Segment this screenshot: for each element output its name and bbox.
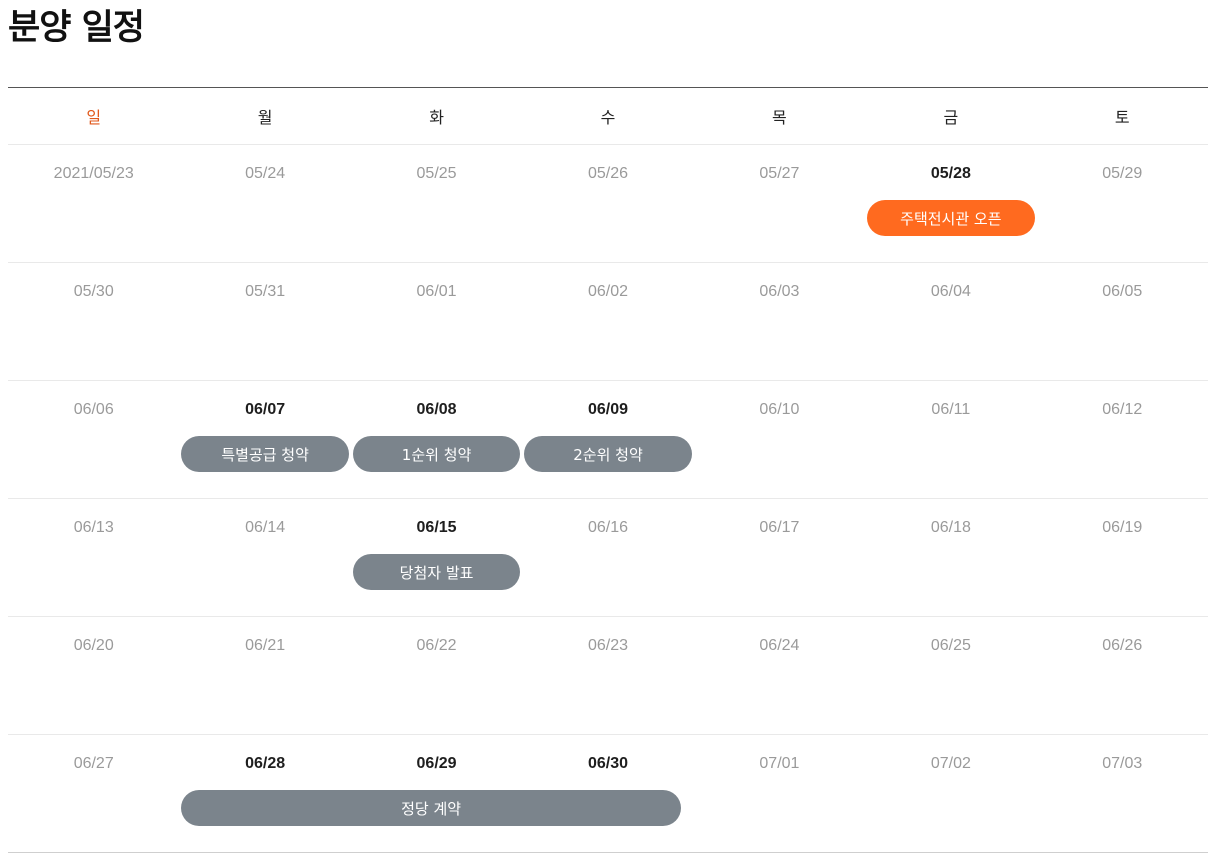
week-row: 06/20 06/21 06/22 06/23 06/24 06/25 06/26 bbox=[8, 617, 1208, 735]
schedule-event-button[interactable]: 주택전시관 오픈 bbox=[867, 200, 1035, 236]
date-label: 07/01 bbox=[759, 755, 800, 772]
date-label: 06/09 bbox=[587, 401, 629, 418]
date-label: 05/24 bbox=[245, 165, 286, 182]
schedule-event-button[interactable]: 2순위 청약 bbox=[524, 436, 692, 472]
date-label: 06/30 bbox=[587, 755, 629, 772]
date-label: 07/02 bbox=[930, 755, 971, 772]
date-label: 06/08 bbox=[416, 401, 457, 418]
weekday-label: 월 bbox=[257, 108, 273, 127]
date-label: 06/22 bbox=[416, 637, 457, 654]
date-label: 07/03 bbox=[1102, 755, 1143, 772]
calendar-body: 2021/05/23 05/24 05/25 05/26 05/27 05/28 05/29… bbox=[8, 145, 1208, 853]
weekday-label: 토 bbox=[1114, 108, 1130, 127]
date-label: 06/27 bbox=[73, 755, 114, 772]
date-label: 06/01 bbox=[416, 283, 457, 300]
date-label: 06/26 bbox=[1102, 637, 1143, 654]
date-label: 06/20 bbox=[73, 637, 114, 654]
weekday-label: 수 bbox=[600, 108, 616, 127]
schedule-event-button[interactable]: 정당 계약 bbox=[181, 790, 681, 826]
weekday-label: 일 bbox=[86, 108, 102, 127]
week-row: 06/13 06/14 06/15 06/16 06/17 06/18 06/19 당첨자 발… bbox=[8, 499, 1208, 617]
date-label: 06/19 bbox=[1102, 519, 1143, 536]
date-label: 06/24 bbox=[759, 637, 800, 654]
date-label: 05/31 bbox=[245, 283, 286, 300]
schedule-event-button[interactable]: 특별공급 청약 bbox=[181, 436, 349, 472]
date-label: 06/12 bbox=[1102, 401, 1143, 418]
date-label: 05/28 bbox=[930, 165, 971, 182]
date-label: 06/15 bbox=[416, 519, 457, 536]
weekday-label: 목 bbox=[772, 108, 787, 127]
week-row: 06/27 06/28 06/29 06/30 07/01 07/02 07/03 정당 계약 bbox=[8, 735, 1208, 853]
date-label: 06/23 bbox=[587, 637, 629, 654]
date-label: 06/04 bbox=[930, 283, 971, 300]
schedule-event-button[interactable]: 당첨자 발표 bbox=[352, 554, 521, 590]
page-title: 분양 일정 bbox=[8, 8, 145, 48]
week-row: 05/30 05/31 06/01 06/02 06/03 06/04 06/05 bbox=[8, 263, 1208, 381]
week-row: 06/06 06/07 06/08 06/09 06/10 06/11 06/12 특별공급 … bbox=[8, 381, 1208, 499]
date-label: 06/06 bbox=[73, 401, 114, 418]
date-label: 06/03 bbox=[759, 283, 800, 300]
date-label: 06/29 bbox=[416, 755, 457, 772]
date-label: 06/21 bbox=[245, 637, 286, 654]
date-label: 05/26 bbox=[587, 165, 629, 182]
date-label: 06/25 bbox=[930, 637, 971, 654]
schedule-event-button[interactable]: 1순위 청약 bbox=[352, 436, 521, 472]
date-label: 2021/05/23 bbox=[53, 165, 134, 182]
date-label: 06/05 bbox=[1102, 283, 1143, 300]
schedule-calendar: 일 월 화 수 목 금 토 2021/05/23 05/24 05/25 05/26 05/27 05… bbox=[8, 87, 1208, 853]
date-label: 06/14 bbox=[245, 519, 286, 536]
date-label: 06/28 bbox=[245, 755, 286, 772]
date-label: 06/17 bbox=[759, 519, 800, 536]
date-label: 05/27 bbox=[759, 165, 800, 182]
date-label: 05/25 bbox=[416, 165, 457, 182]
date-label: 06/07 bbox=[245, 401, 286, 418]
date-label: 06/10 bbox=[759, 401, 800, 418]
weekday-label: 금 bbox=[943, 108, 959, 127]
date-label: 06/13 bbox=[73, 519, 114, 536]
week-row: 2021/05/23 05/24 05/25 05/26 05/27 05/28 05/29… bbox=[8, 145, 1208, 263]
date-label: 06/16 bbox=[587, 519, 629, 536]
weekday-header: 일월화수목금토 bbox=[8, 88, 1208, 145]
date-label: 05/29 bbox=[1102, 165, 1143, 182]
date-label: 06/11 bbox=[931, 401, 971, 418]
date-label: 06/18 bbox=[930, 519, 971, 536]
date-label: 05/30 bbox=[73, 283, 114, 300]
date-label: 06/02 bbox=[587, 283, 629, 300]
weekday-label: 화 bbox=[429, 108, 444, 127]
